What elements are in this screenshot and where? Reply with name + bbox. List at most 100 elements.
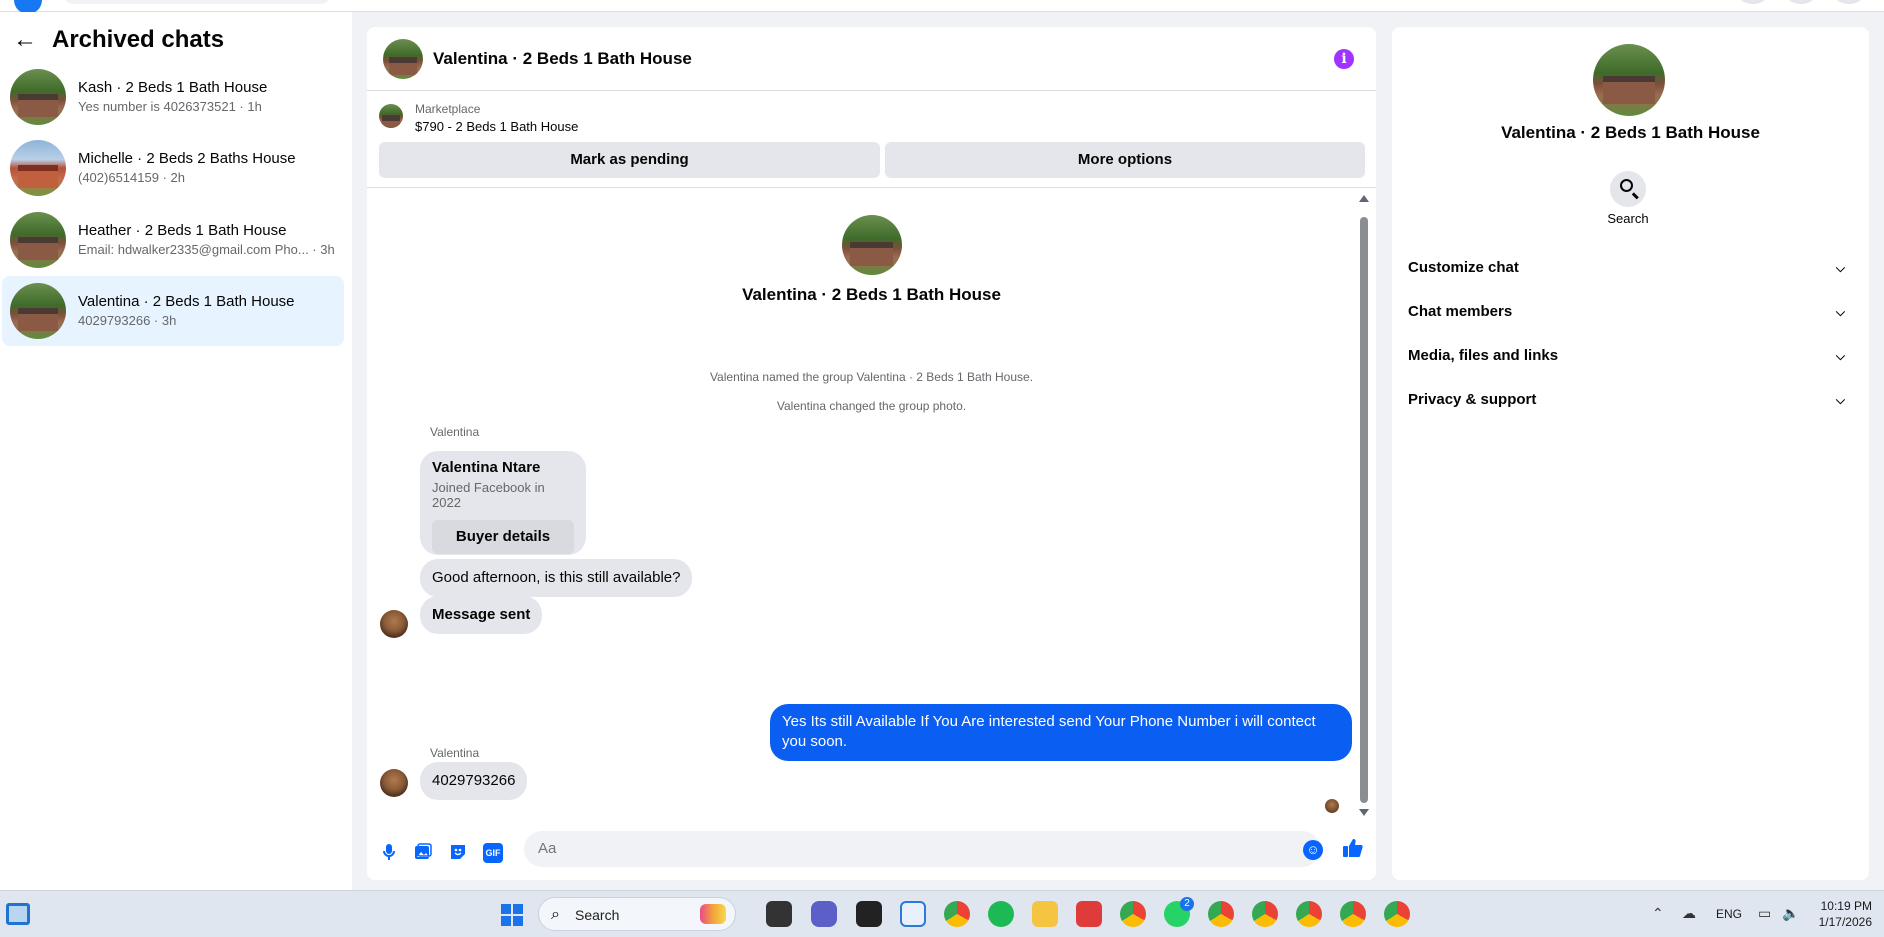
thread-name: Valentina · 2 Beds 1 Bath House — [742, 285, 1001, 304]
sender-avatar[interactable] — [380, 610, 408, 638]
chat-preview: Email: hdwalker2335@gmail.com Pho... · 3… — [78, 242, 335, 258]
chevron-down-icon: ⌵ — [1835, 349, 1845, 363]
chrome-profile-icon[interactable] — [1120, 901, 1146, 927]
scrollbar-thumb[interactable] — [1360, 217, 1368, 803]
message-thread: Valentina · 2 Beds 1 Bath House Valentin… — [367, 189, 1376, 825]
chrome-icon[interactable] — [944, 901, 970, 927]
section-label: Privacy & support — [1408, 391, 1537, 408]
details-title: Valentina · 2 Beds 1 Bath House — [1501, 123, 1760, 142]
chat-preview: 4029793266 · 3h — [78, 313, 177, 329]
chrome-profile-icon[interactable] — [1384, 901, 1410, 927]
details-avatar[interactable] — [1593, 44, 1665, 116]
back-arrow-icon[interactable]: ← — [12, 26, 38, 54]
section-label: Media, files and links — [1408, 347, 1559, 364]
sender-label: Valentina — [430, 425, 480, 439]
conversation-avatar[interactable] — [383, 38, 423, 79]
more-options-button[interactable]: More options — [885, 142, 1365, 178]
task-view-icon[interactable] — [766, 901, 792, 927]
listing-price-title[interactable]: $790 - 2 Beds 1 Bath House — [415, 119, 578, 134]
privacy-support-section[interactable]: Privacy & support ⌵ — [1408, 380, 1853, 420]
chat-title: Kash · 2 Beds 1 Bath House — [78, 78, 268, 96]
mark-as-pending-button[interactable]: Mark as pending — [379, 142, 880, 178]
like-icon[interactable] — [1342, 837, 1364, 865]
buyer-info-card: Valentina Ntare Joined Facebook in 2022 … — [420, 451, 586, 555]
chat-list-item[interactable]: Kash · 2 Beds 1 Bath House Yes number is… — [2, 62, 344, 132]
section-label: Chat members — [1408, 303, 1513, 320]
chat-avatar — [10, 69, 66, 125]
outgoing-message[interactable]: Yes Its still Available If You Are inter… — [770, 704, 1352, 761]
chat-title: Valentina · 2 Beds 1 Bath House — [78, 292, 295, 310]
archived-chats-sidebar: ← Archived chats Kash · 2 Beds 1 Bath Ho… — [0, 12, 352, 890]
conversation-panel: Valentina · 2 Beds 1 Bath House i Market… — [367, 27, 1376, 880]
listing-source: Marketplace — [415, 102, 481, 116]
sidebar-title: Archived chats — [52, 26, 225, 53]
sender-label: Valentina — [430, 746, 480, 760]
cloud-offline-icon[interactable]: ☁ — [1682, 905, 1696, 922]
widgets-icon[interactable] — [6, 903, 30, 925]
sender-avatar[interactable] — [380, 769, 408, 797]
sticky-notes-icon[interactable] — [856, 901, 882, 927]
customize-chat-section[interactable]: Customize chat ⌵ — [1408, 248, 1853, 288]
volume-icon[interactable]: 🔈 — [1782, 905, 1799, 922]
buyer-details-button[interactable]: Buyer details — [432, 520, 574, 554]
tulips-icon — [700, 904, 726, 924]
snipping-tool-icon[interactable] — [900, 901, 926, 927]
sidebar-header: ← Archived chats — [12, 26, 224, 54]
incoming-message[interactable]: Good afternoon, is this still available? — [420, 559, 693, 597]
scroll-down-icon[interactable] — [1359, 809, 1369, 816]
clock[interactable]: 10:19 PM 1/17/2026 — [1819, 898, 1872, 930]
windows-taskbar: ⌕ Search 2 ⌃ ☁ ENG ▭ 🔈 10:19 PM 1/17/202… — [0, 890, 1884, 937]
chrome-profile-icon[interactable] — [1208, 901, 1234, 927]
messenger-icon[interactable] — [1786, 0, 1816, 4]
microphone-icon[interactable] — [379, 843, 399, 863]
anydesk-icon[interactable] — [1076, 901, 1102, 927]
chevron-up-icon[interactable]: ⌃ — [1652, 905, 1664, 922]
chat-title: Michelle · 2 Beds 2 Baths House — [78, 149, 296, 167]
menu-icon[interactable] — [1738, 0, 1768, 4]
gif-icon[interactable]: GIF — [483, 843, 503, 863]
search-icon — [1620, 179, 1633, 192]
sticker-icon[interactable] — [448, 843, 468, 863]
chat-avatar — [10, 212, 66, 268]
listing-thumbnail[interactable] — [379, 104, 403, 128]
message-composer: GIF ☺ — [367, 825, 1376, 880]
spotify-icon[interactable] — [988, 901, 1014, 927]
photo-icon[interactable] — [413, 843, 433, 863]
network-icon[interactable]: ▭ — [1758, 905, 1771, 922]
message-input[interactable] — [524, 831, 1320, 867]
incoming-message[interactable]: Message sent — [420, 596, 543, 634]
media-files-links-section[interactable]: Media, files and links ⌵ — [1408, 336, 1853, 376]
scroll-up-icon[interactable] — [1359, 195, 1369, 202]
chevron-down-icon: ⌵ — [1835, 393, 1845, 407]
read-receipt-avatar — [1325, 799, 1339, 813]
emoji-icon[interactable]: ☺ — [1303, 840, 1323, 860]
facebook-search-input[interactable] — [62, 0, 332, 4]
buyer-joined: Joined Facebook in 2022 — [432, 480, 545, 510]
section-label: Customize chat — [1408, 259, 1519, 276]
teams-icon[interactable] — [811, 901, 837, 927]
info-icon[interactable]: i — [1334, 49, 1354, 69]
search-icon: ⌕ — [551, 906, 560, 923]
date: 1/17/2026 — [1818, 915, 1872, 930]
file-explorer-icon[interactable] — [1032, 901, 1058, 927]
marketplace-listing-banner: Marketplace $790 - 2 Beds 1 Bath House M… — [367, 92, 1376, 188]
chrome-profile-icon[interactable] — [1340, 901, 1366, 927]
conversation-title[interactable]: Valentina · 2 Beds 1 Bath House — [433, 49, 692, 69]
chat-title: Heather · 2 Beds 1 Bath House — [78, 221, 287, 239]
account-avatar[interactable] — [1834, 0, 1864, 4]
system-message: Valentina named the group Valentina · 2 … — [709, 370, 1034, 384]
chrome-profile-icon[interactable] — [1252, 901, 1278, 927]
start-button[interactable] — [501, 904, 523, 926]
chrome-profile-icon[interactable] — [1296, 901, 1322, 927]
whatsapp-badge: 2 — [1180, 897, 1194, 911]
chat-avatar — [10, 283, 66, 339]
chat-list-item-selected[interactable]: Valentina · 2 Beds 1 Bath House 40297932… — [2, 276, 344, 346]
incoming-message[interactable]: 4029793266 — [420, 762, 528, 800]
chevron-down-icon: ⌵ — [1835, 261, 1845, 275]
chat-list-item[interactable]: Heather · 2 Beds 1 Bath House Email: hdw… — [2, 205, 344, 275]
chat-members-section[interactable]: Chat members ⌵ — [1408, 292, 1853, 332]
chat-list-item[interactable]: Michelle · 2 Beds 2 Baths House (402)651… — [2, 133, 344, 203]
system-message: Valentina changed the group photo. — [776, 399, 967, 413]
search-button[interactable] — [1610, 171, 1646, 207]
language-indicator[interactable]: ENG — [1716, 907, 1742, 921]
